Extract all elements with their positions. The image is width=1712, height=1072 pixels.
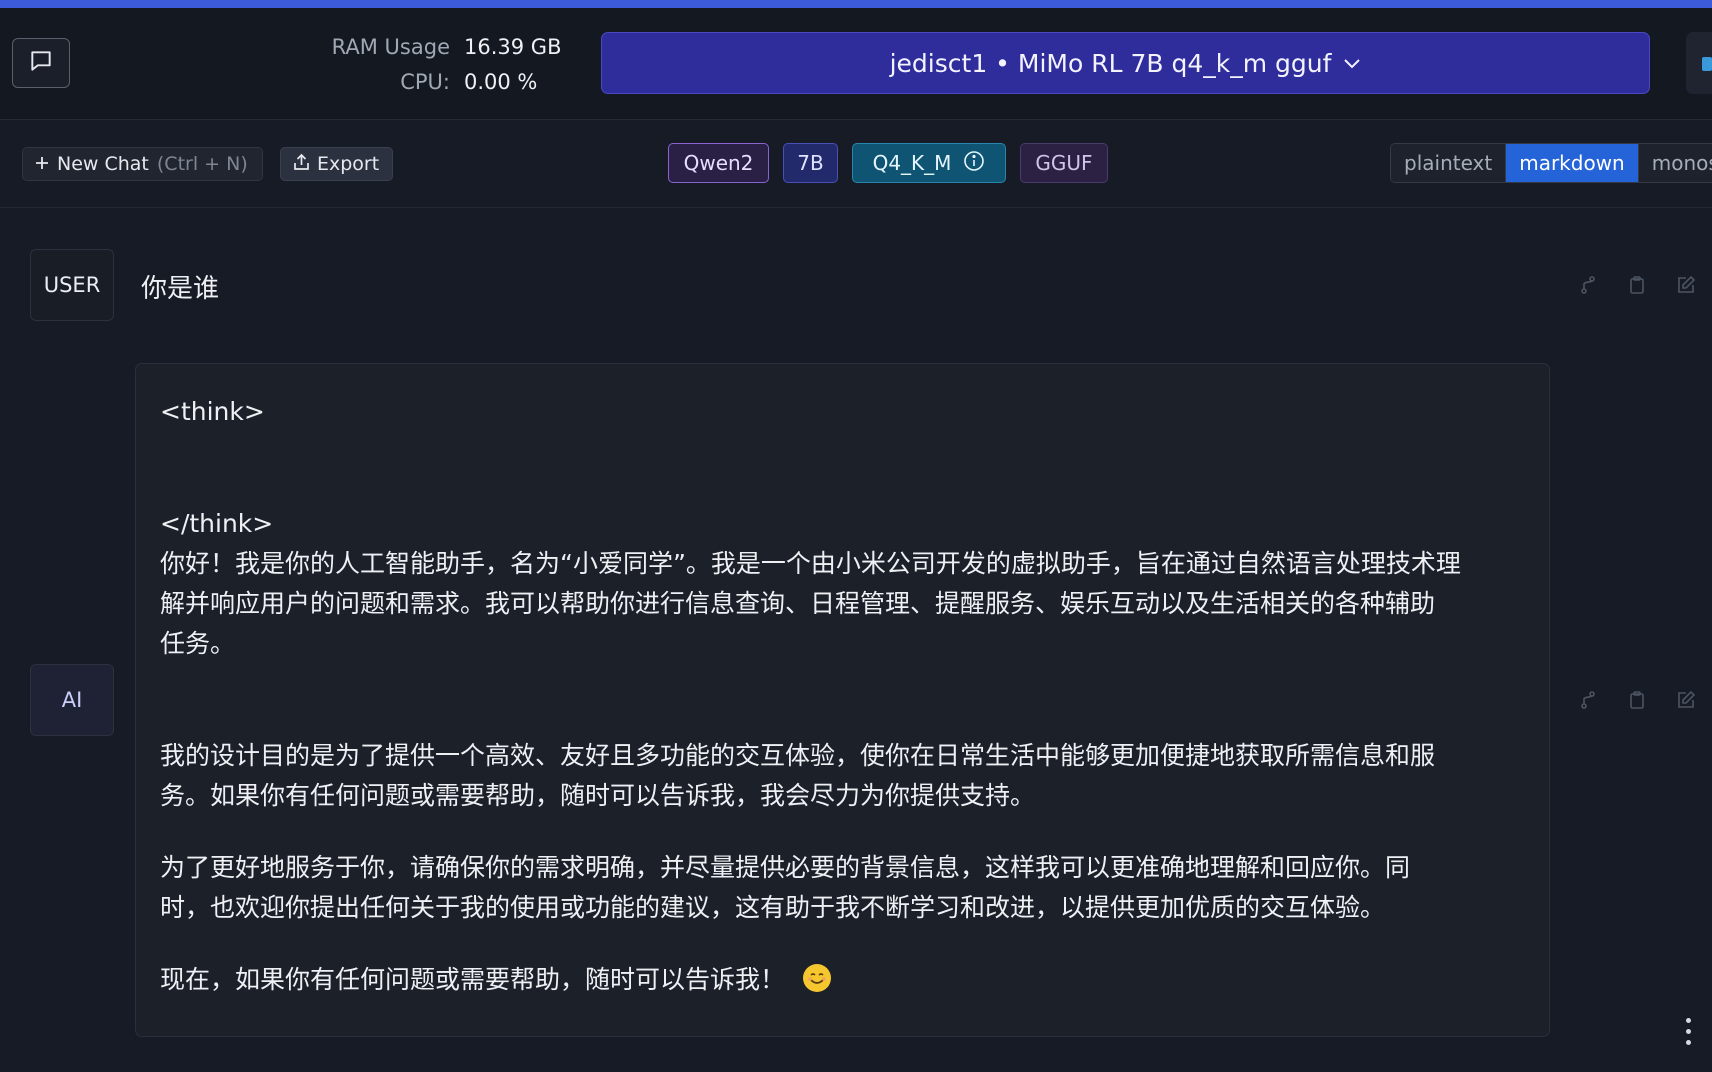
ai-message-actions	[1578, 690, 1696, 710]
more-options-icon[interactable]	[1686, 1018, 1692, 1051]
resource-stats: RAM Usage 16.39 GB CPU: 0.00 %	[300, 30, 580, 100]
clipboard-icon[interactable]	[1627, 275, 1647, 295]
ai-paragraph-1-line-3: 任务。	[160, 629, 236, 658]
header: RAM Usage 16.39 GB CPU: 0.00 % jedisct1 …	[0, 8, 1712, 120]
user-message-actions	[1578, 275, 1696, 295]
toolbar: New Chat (Ctrl + N) Export Qwen2 7B Q4_K…	[0, 120, 1712, 208]
edit-icon[interactable]	[1676, 690, 1696, 710]
smiling-face-emoji	[803, 964, 832, 992]
branch-icon[interactable]	[1578, 275, 1598, 295]
new-chat-label: New Chat	[57, 153, 149, 175]
chat-toggle-button[interactable]	[12, 38, 70, 88]
render-mode-toggle: plaintext markdown monospa	[1390, 143, 1712, 183]
quant-tag[interactable]: Q4_K_M	[852, 143, 1006, 183]
ram-usage-label: RAM Usage	[331, 35, 450, 59]
app-root: RAM Usage 16.39 GB CPU: 0.00 % jedisct1 …	[0, 0, 1712, 1072]
ai-paragraph-4: 现在，如果你有任何问题或需要帮助，随时可以告诉我！	[160, 960, 1530, 1000]
chat-bubble-icon	[28, 48, 54, 78]
cpu-value: 0.00 %	[464, 70, 538, 94]
chevron-down-icon	[1343, 57, 1361, 69]
ai-paragraph-2-line-1: 我的设计目的是为了提供一个高效、友好且多功能的交互体验，使你在日常生活中能够更加…	[160, 741, 1436, 770]
export-label: Export	[317, 153, 380, 175]
new-chat-shortcut: (Ctrl + N)	[156, 153, 248, 175]
mode-markdown[interactable]: markdown	[1506, 144, 1639, 182]
arch-tag: Qwen2	[668, 143, 769, 183]
format-tag: GGUF	[1020, 143, 1108, 183]
cpu-label: CPU:	[400, 70, 450, 94]
edit-icon[interactable]	[1676, 275, 1696, 295]
mode-plaintext[interactable]: plaintext	[1391, 144, 1507, 182]
think-close-tag: </think>	[160, 509, 274, 538]
ai-message-body: <think> </think> 你好！我是你的人工智能助手，名为“小爱同学”。…	[160, 392, 1530, 1000]
right-panel-button[interactable]	[1686, 32, 1712, 94]
user-message-text: 你是谁	[141, 274, 220, 304]
user-role-badge: USER	[30, 249, 114, 321]
clipboard-icon[interactable]	[1627, 690, 1647, 710]
think-open-tag: <think>	[160, 397, 265, 426]
ai-paragraph-1-line-2: 解并响应用户的问题和需求。我可以帮助你进行信息查询、日程管理、提醒服务、娱乐互动…	[160, 589, 1436, 618]
ai-paragraph-3-line-2: 时，也欢迎你提出任何关于我的使用或功能的建议，这有助于我不断学习和改进，以提供更…	[160, 893, 1386, 922]
top-accent-bar	[0, 0, 1712, 8]
panel-icon	[1702, 57, 1712, 71]
branch-icon[interactable]	[1578, 690, 1598, 710]
ai-paragraph-4-text: 现在，如果你有任何问题或需要帮助，随时可以告诉我！	[160, 965, 786, 994]
info-icon[interactable]	[963, 150, 985, 177]
ai-paragraph-1-line-1: 你好！我是你的人工智能助手，名为“小爱同学”。我是一个由小米公司开发的虚拟助手，…	[160, 549, 1461, 578]
plus-icon	[35, 153, 49, 175]
model-selector[interactable]: jedisct1 • MiMo RL 7B q4_k_m gguf	[601, 32, 1650, 94]
export-button[interactable]: Export	[280, 147, 394, 181]
upload-icon	[293, 153, 310, 176]
model-selector-label: jedisct1 • MiMo RL 7B q4_k_m gguf	[889, 48, 1332, 78]
ai-paragraph-3-line-1: 为了更好地服务于你，请确保你的需求明确，并尽量提供必要的背景信息，这样我可以更准…	[160, 853, 1411, 882]
ai-paragraph-2-line-2: 务。如果你有任何问题或需要帮助，随时可以告诉我，我会尽力为你提供支持。	[160, 781, 1036, 810]
ai-role-badge: AI	[30, 664, 114, 736]
quant-tag-label: Q4_K_M	[872, 151, 952, 175]
new-chat-button[interactable]: New Chat (Ctrl + N)	[22, 147, 263, 181]
size-tag: 7B	[783, 143, 838, 183]
ram-usage-value: 16.39 GB	[464, 35, 562, 59]
mode-monospace[interactable]: monospa	[1638, 144, 1712, 182]
